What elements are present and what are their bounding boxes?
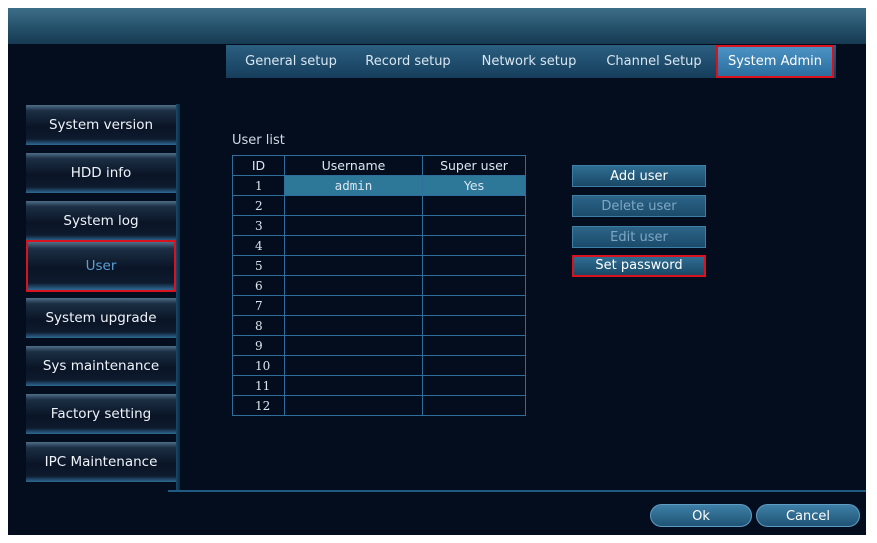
table-row[interactable]: 9 — [232, 335, 526, 356]
cancel-button[interactable]: Cancel — [756, 504, 860, 527]
cell-id: 12 — [232, 395, 285, 416]
sidebar-divider — [176, 104, 180, 490]
cell-username — [284, 235, 423, 256]
nvr-screen: General setup Record setup Network setup… — [8, 8, 866, 535]
table-row[interactable]: 2 — [232, 195, 526, 216]
cell-id: 1 — [232, 175, 285, 196]
set-password-button[interactable]: Set password — [572, 255, 706, 277]
table-row[interactable]: 3 — [232, 215, 526, 236]
cell-super-user — [422, 315, 526, 336]
sidebar-item-ipc-maintenance[interactable]: IPC Maintenance — [26, 442, 176, 482]
edit-user-button[interactable]: Edit user — [572, 226, 706, 248]
cell-id: 3 — [232, 215, 285, 236]
table-row[interactable]: 8 — [232, 315, 526, 336]
cell-username — [284, 395, 423, 416]
cell-super-user — [422, 275, 526, 296]
table-row[interactable]: 10 — [232, 355, 526, 376]
column-header-super-user: Super user — [422, 155, 526, 176]
cell-id: 10 — [232, 355, 285, 376]
cell-id: 2 — [232, 195, 285, 216]
sidebar-item-user[interactable]: User — [26, 240, 176, 292]
column-header-username: Username — [284, 155, 423, 176]
cell-id: 11 — [232, 375, 285, 396]
cell-id: 5 — [232, 255, 285, 276]
tab-bar: General setup Record setup Network setup… — [226, 45, 836, 78]
user-table: ID Username Super user 1 admin Yes 2 3 4 5 6 7 8 9… — [232, 155, 526, 416]
cell-id: 8 — [232, 315, 285, 336]
table-row[interactable]: 4 — [232, 235, 526, 256]
cell-username — [284, 375, 423, 396]
sidebar-item-sys-maintenance[interactable]: Sys maintenance — [26, 346, 176, 386]
delete-user-button[interactable]: Delete user — [572, 195, 706, 217]
cell-username — [284, 195, 423, 216]
cell-id: 4 — [232, 235, 285, 256]
cell-super-user — [422, 235, 526, 256]
cell-username — [284, 355, 423, 376]
sidebar-item-factory-setting[interactable]: Factory setting — [26, 394, 176, 434]
cell-username — [284, 295, 423, 316]
table-header-row: ID Username Super user — [232, 155, 526, 176]
add-user-button[interactable]: Add user — [572, 165, 706, 187]
table-row[interactable]: 12 — [232, 395, 526, 416]
cell-username: admin — [284, 175, 423, 196]
sidebar-item-hdd-info[interactable]: HDD info — [26, 153, 176, 193]
ok-button[interactable]: Ok — [650, 504, 752, 527]
cell-username — [284, 275, 423, 296]
cell-id: 6 — [232, 275, 285, 296]
table-row[interactable]: 5 — [232, 255, 526, 276]
cell-super-user — [422, 335, 526, 356]
user-list-label: User list — [232, 133, 285, 148]
cell-super-user — [422, 215, 526, 236]
table-row[interactable]: 11 — [232, 375, 526, 396]
cell-super-user: Yes — [422, 175, 526, 196]
tab-system-admin[interactable]: System Admin — [716, 45, 834, 78]
table-row[interactable]: 6 — [232, 275, 526, 296]
table-row[interactable]: 1 admin Yes — [232, 175, 526, 196]
cell-super-user — [422, 375, 526, 396]
cell-username — [284, 335, 423, 356]
cell-super-user — [422, 295, 526, 316]
sidebar-item-system-log[interactable]: System log — [26, 201, 176, 241]
cell-username — [284, 215, 423, 236]
cell-super-user — [422, 195, 526, 216]
cell-super-user — [422, 355, 526, 376]
sidebar-item-system-upgrade[interactable]: System upgrade — [26, 298, 176, 338]
sidebar-item-system-version[interactable]: System version — [26, 105, 176, 145]
table-row[interactable]: 7 — [232, 295, 526, 316]
tab-network-setup[interactable]: Network setup — [470, 45, 588, 78]
title-bar — [8, 8, 866, 44]
cell-username — [284, 255, 423, 276]
cell-id: 9 — [232, 335, 285, 356]
tab-general-setup[interactable]: General setup — [234, 45, 348, 78]
cell-username — [284, 315, 423, 336]
cell-super-user — [422, 255, 526, 276]
tab-record-setup[interactable]: Record setup — [356, 45, 460, 78]
cell-super-user — [422, 395, 526, 416]
column-header-id: ID — [232, 155, 285, 176]
footer-divider — [168, 490, 866, 492]
sidebar: System version HDD info System log User … — [26, 105, 176, 489]
cell-id: 7 — [232, 295, 285, 316]
tab-channel-setup[interactable]: Channel Setup — [596, 45, 712, 78]
